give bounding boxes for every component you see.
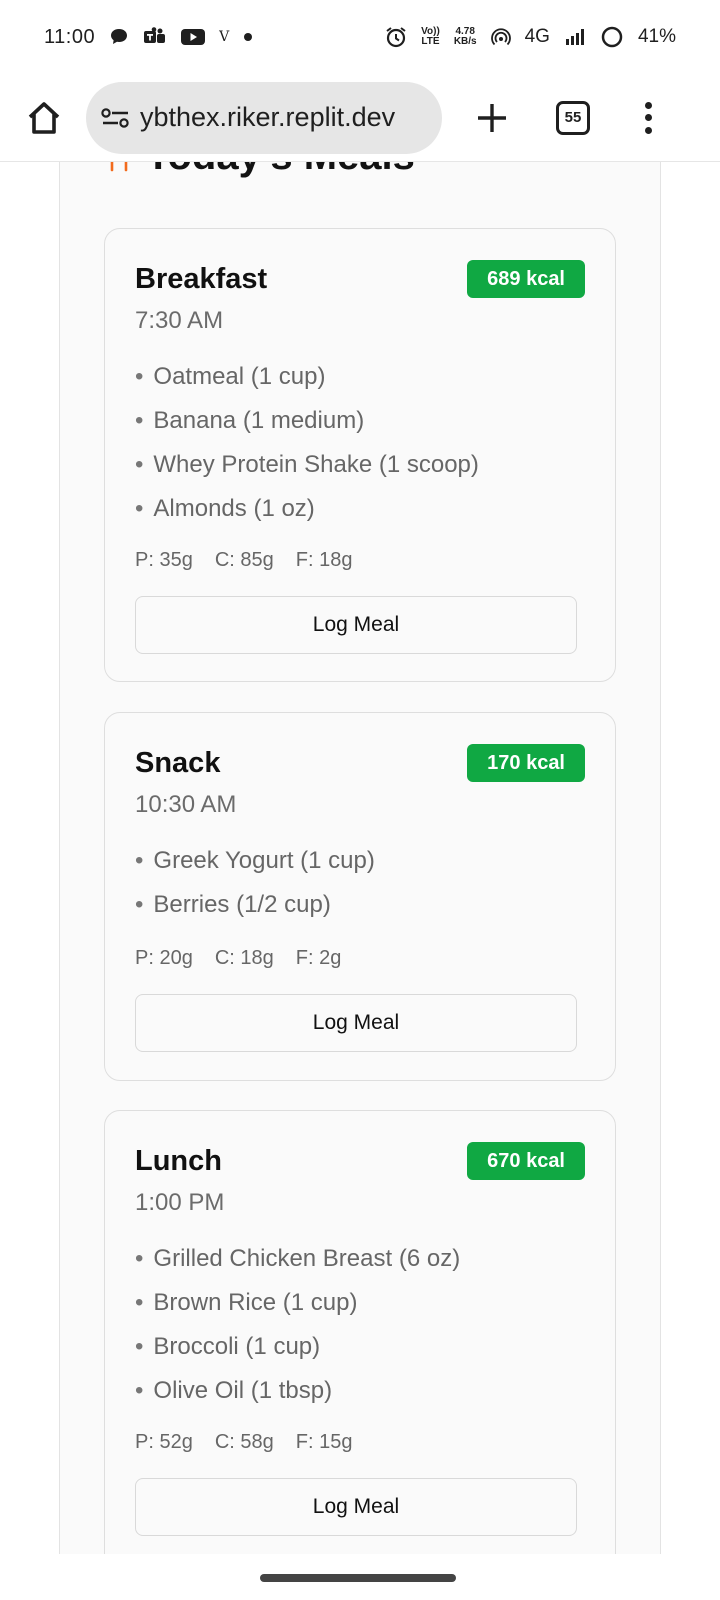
- log-meal-button[interactable]: Log Meal: [135, 1478, 577, 1536]
- more-icon-dot: [644, 114, 652, 121]
- fat-value: F: 15g: [295, 1431, 353, 1453]
- fat-value: F: 2g: [295, 947, 342, 969]
- plus-icon: [478, 103, 506, 132]
- speed-unit: KB/s: [453, 36, 477, 47]
- list-item: Broccoli (1 cup): [135, 1325, 460, 1369]
- log-meal-button[interactable]: Log Meal: [135, 994, 577, 1052]
- home-icon: [28, 101, 60, 134]
- tabs-button[interactable]: 55: [556, 100, 590, 135]
- kcal-badge: 170 kcal: [467, 744, 585, 782]
- list-item: Oatmeal (1 cup): [135, 355, 479, 399]
- more-menu-button[interactable]: [638, 98, 658, 138]
- list-item: Olive Oil (1 tbsp): [135, 1369, 460, 1413]
- food-list: Oatmeal (1 cup) Banana (1 medium) Whey P…: [135, 355, 479, 531]
- list-item: Brown Rice (1 cup): [135, 1281, 460, 1325]
- meal-time: 7:30 AM: [135, 307, 224, 334]
- address-bar[interactable]: ybthex.riker.replit.dev: [86, 81, 442, 154]
- utensils-icon: [106, 162, 132, 172]
- carbs-value: C: 58g: [214, 1431, 274, 1453]
- section-title-text: Today's Meals: [146, 162, 415, 179]
- status-time: 11:00: [44, 25, 96, 48]
- navigation-bar: [0, 1554, 720, 1600]
- gesture-handle[interactable]: [260, 1574, 456, 1582]
- youtube-icon: [181, 28, 206, 46]
- protein-value: P: 20g: [135, 947, 193, 969]
- meal-time: 1:00 PM: [135, 1189, 225, 1216]
- home-button[interactable]: [18, 92, 70, 144]
- chat-icon: [109, 27, 129, 47]
- protein-value: P: 52g: [135, 1431, 193, 1453]
- status-left: 11:00 V: [44, 26, 253, 49]
- carbs-value: C: 18g: [214, 947, 274, 969]
- section-title: Today's Meals: [106, 162, 415, 179]
- more-icon-dot: [644, 101, 652, 109]
- new-tab-button[interactable]: [472, 98, 512, 138]
- meal-time: 10:30 AM: [135, 791, 237, 818]
- meal-card-lunch: Lunch 1:00 PM 670 kcal Grilled Chicken B…: [104, 1110, 616, 1554]
- food-list: Grilled Chicken Breast (6 oz) Brown Rice…: [135, 1237, 460, 1413]
- more-icon-dot: [644, 126, 652, 134]
- volte-bottom: LTE: [421, 36, 440, 47]
- alarm-icon: [385, 26, 407, 48]
- speed-indicator: 4.78 KB/s: [454, 27, 477, 47]
- battery-icon: [600, 25, 624, 49]
- battery-percent: 41%: [637, 26, 676, 47]
- teams-icon: [143, 27, 167, 47]
- list-item: Greek Yogurt (1 cup): [135, 839, 374, 883]
- status-right: Vo)) LTE 4.78 KB/s 4G 41%: [385, 25, 676, 49]
- list-item: Grilled Chicken Breast (6 oz): [135, 1237, 460, 1281]
- list-item: Banana (1 medium): [135, 399, 479, 443]
- network-type: 4G: [524, 26, 550, 47]
- meal-name: Lunch: [135, 1145, 222, 1177]
- screen: 11:00 V Vo)) LTE 4.78 KB/s 4G 41% ybthex…: [0, 0, 720, 1600]
- carbs-value: C: 85g: [214, 549, 274, 571]
- v-icon: V: [219, 29, 230, 45]
- protein-value: P: 35g: [135, 549, 193, 571]
- meal-name: Breakfast: [135, 263, 268, 295]
- site-settings-icon[interactable]: [100, 106, 132, 130]
- meal-card-snack: Snack 10:30 AM 170 kcal Greek Yogurt (1 …: [104, 712, 616, 1081]
- fat-value: F: 18g: [295, 549, 353, 571]
- kcal-badge: 689 kcal: [467, 260, 585, 298]
- status-bar: 11:00 V Vo)) LTE 4.78 KB/s 4G 41%: [0, 0, 720, 74]
- list-item: Whey Protein Shake (1 scoop): [135, 443, 479, 487]
- hotspot-icon: [490, 27, 511, 47]
- url-text[interactable]: ybthex.riker.replit.dev: [140, 102, 395, 133]
- browser-toolbar: ybthex.riker.replit.dev 55: [0, 74, 720, 162]
- signal-icon: [564, 27, 586, 47]
- dot-icon: [243, 32, 253, 42]
- volte-indicator: Vo)) LTE: [421, 27, 440, 47]
- list-item: Almonds (1 oz): [135, 487, 479, 531]
- page-viewport[interactable]: Today's Meals Breakfast 7:30 AM 689 kcal…: [0, 162, 720, 1554]
- macros-row: P: 35g C: 85g F: 18g: [135, 549, 352, 572]
- macros-row: P: 20g C: 18g F: 2g: [135, 947, 341, 970]
- tab-count: 55: [564, 109, 582, 126]
- log-meal-button[interactable]: Log Meal: [135, 596, 577, 654]
- meal-card-breakfast: Breakfast 7:30 AM 689 kcal Oatmeal (1 cu…: [104, 228, 616, 682]
- meal-name: Snack: [135, 747, 221, 779]
- food-list: Greek Yogurt (1 cup) Berries (1/2 cup): [135, 839, 375, 927]
- kcal-badge: 670 kcal: [467, 1142, 585, 1180]
- list-item: Berries (1/2 cup): [135, 883, 375, 927]
- macros-row: P: 52g C: 58g F: 15g: [135, 1431, 352, 1454]
